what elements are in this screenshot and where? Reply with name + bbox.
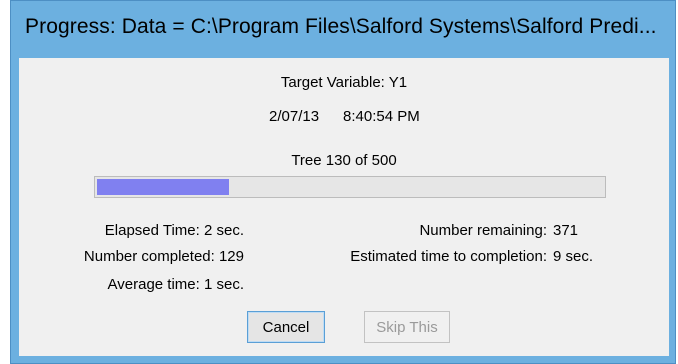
title-bar[interactable]: Progress: Data = C:\Program Files\Salfor… bbox=[11, 1, 675, 57]
skip-this-button[interactable]: Skip This bbox=[364, 311, 450, 343]
average-time-label: Average time: 1 sec. bbox=[107, 276, 244, 293]
target-variable-label: Target Variable: Y1 bbox=[280, 74, 408, 91]
tree-progress-label: Tree 130 of 500 bbox=[291, 152, 397, 169]
number-remaining-label: Number remaining: bbox=[419, 222, 547, 239]
progress-bar-fill bbox=[97, 179, 229, 195]
elapsed-time-label: Elapsed Time: 2 sec. bbox=[104, 222, 244, 239]
number-completed-label: Number completed: 129 bbox=[83, 248, 244, 265]
window-title: Progress: Data = C:\Program Files\Salfor… bbox=[25, 15, 657, 38]
number-remaining-value: 371 bbox=[553, 222, 579, 239]
time-label: 8:40:54 PM bbox=[343, 108, 420, 125]
estimated-time-label: Estimated time to completion: bbox=[350, 248, 547, 265]
date-label: 2/07/13 bbox=[269, 108, 320, 125]
estimated-time-value: 9 sec. bbox=[553, 248, 594, 265]
progress-bar bbox=[94, 176, 606, 198]
progress-dialog: Progress: Data = C:\Program Files\Salfor… bbox=[10, 0, 676, 364]
cancel-button[interactable]: Cancel bbox=[247, 311, 325, 343]
dialog-body: Target Variable: Y1 2/07/13 8:40:54 PM T… bbox=[19, 58, 669, 356]
